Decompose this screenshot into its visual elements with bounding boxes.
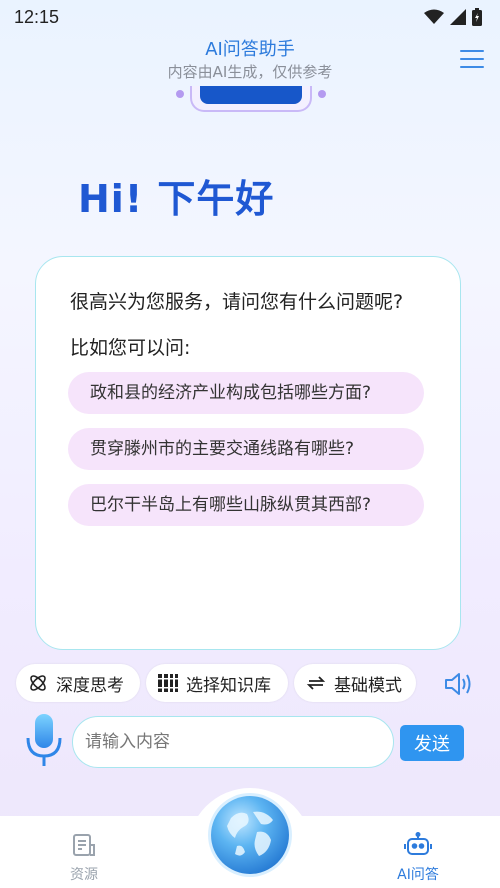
globe-icon xyxy=(227,811,273,856)
microphone-icon[interactable] xyxy=(22,712,66,770)
wifi-icon xyxy=(424,9,444,24)
globe-button[interactable] xyxy=(211,796,289,874)
swap-icon xyxy=(306,676,326,690)
input-row: 发送 xyxy=(22,712,482,772)
deep-think-label: 深度思考 xyxy=(56,675,124,696)
welcome-card: 很高兴为您服务，请问您有什么问题呢? 比如您可以问: 政和县的经济产业构成包括哪… xyxy=(35,256,461,650)
knowledge-base-button[interactable]: 选择知识库 xyxy=(146,664,288,702)
status-icons xyxy=(424,8,482,26)
mode-button[interactable]: 基础模式 xyxy=(294,664,416,702)
mascot-ear-left xyxy=(176,90,184,98)
nav-item-ai-qa[interactable]: AI问答 xyxy=(388,832,448,884)
signal-icon xyxy=(450,9,466,25)
status-bar: 12:15 xyxy=(0,0,500,34)
mode-label: 基础模式 xyxy=(334,675,402,696)
document-icon xyxy=(73,834,95,856)
menu-icon xyxy=(460,50,484,52)
greeting-text: Hi! 下午好 xyxy=(78,177,275,221)
suggestion-label: 比如您可以问: xyxy=(70,337,191,359)
menu-button[interactable] xyxy=(460,50,484,70)
suggestion-chip[interactable]: 贯穿滕州市的主要交通线路有哪些? xyxy=(68,428,424,470)
robot-icon xyxy=(404,832,432,855)
mascot-image xyxy=(190,86,312,112)
suggestion-chip[interactable]: 政和县的经济产业构成包括哪些方面? xyxy=(68,372,424,414)
message-input[interactable] xyxy=(72,716,394,768)
mascot-ear-right xyxy=(318,90,326,98)
welcome-message: 很高兴为您服务，请问您有什么问题呢? xyxy=(70,291,404,313)
atom-icon xyxy=(30,675,46,691)
option-toolbar: 深度思考 选择知识库 基础模式 xyxy=(16,664,486,702)
battery-icon xyxy=(472,8,482,26)
speaker-icon[interactable] xyxy=(444,670,474,698)
app-header: AI问答助手 内容由AI生成，仅供参考 xyxy=(0,38,500,90)
nav-label-resources: 资源 xyxy=(70,867,98,883)
nav-item-resources[interactable]: 资源 xyxy=(54,832,114,884)
books-icon xyxy=(158,674,178,692)
suggestion-list: 政和县的经济产业构成包括哪些方面? 贯穿滕州市的主要交通线路有哪些? 巴尔干半岛… xyxy=(68,372,426,526)
app-subtitle: 内容由AI生成，仅供参考 xyxy=(167,63,333,81)
nav-label-ai-qa: AI问答 xyxy=(397,867,439,883)
deep-think-button[interactable]: 深度思考 xyxy=(16,664,140,702)
status-time: 12:15 xyxy=(14,6,60,27)
app-title: AI问答助手 xyxy=(205,39,295,60)
suggestion-chip[interactable]: 巴尔干半岛上有哪些山脉纵贯其西部? xyxy=(68,484,424,526)
knowledge-base-label: 选择知识库 xyxy=(186,675,271,696)
send-button[interactable]: 发送 xyxy=(400,725,464,761)
